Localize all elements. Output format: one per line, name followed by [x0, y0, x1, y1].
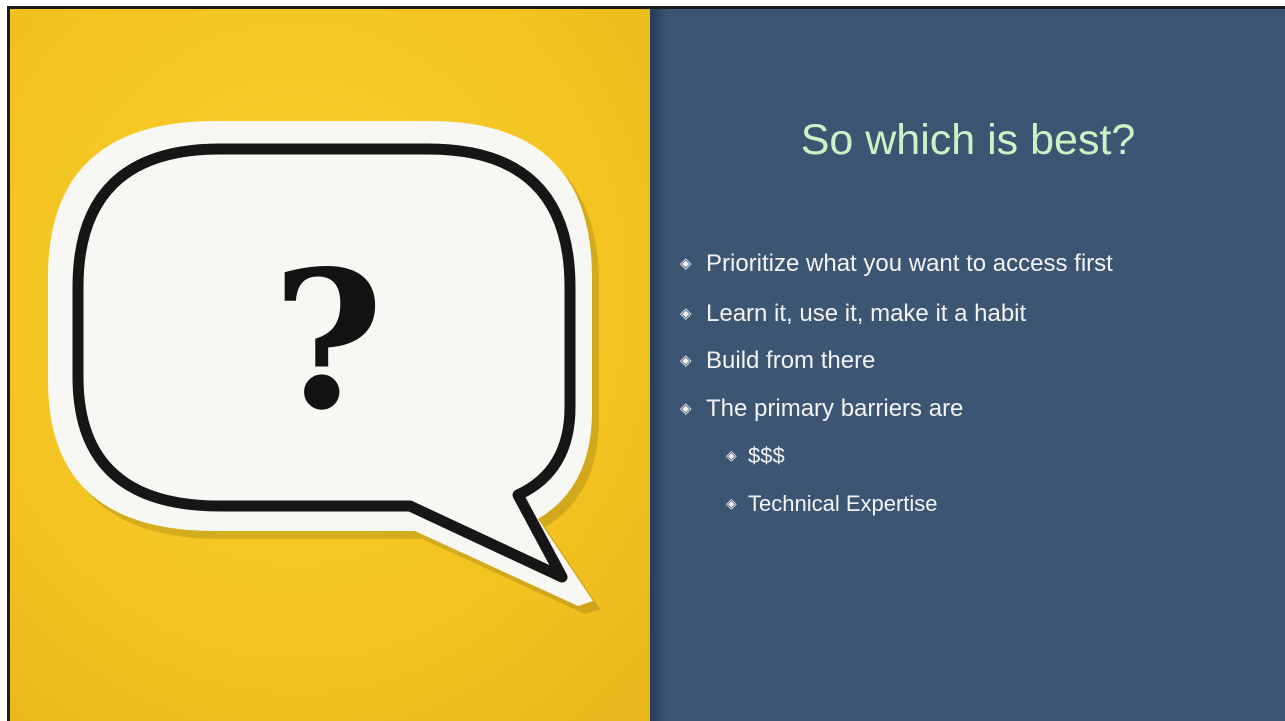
bullet-text: Learn it, use it, make it a habit	[706, 300, 1027, 327]
diamond-bullet-icon: ◈	[680, 255, 692, 272]
diamond-bullet-icon: ◈	[680, 352, 692, 369]
bullet-item: ◈ Prioritize what you want to access firs…	[680, 249, 1113, 279]
diamond-bullet-icon: ◈	[726, 495, 737, 511]
bullet-list: ◈ Prioritize what you want to access firs…	[650, 9, 1285, 721]
diamond-bullet-icon: ◈	[680, 305, 692, 322]
text-panel: So which is best? ◈ Prioritize what you w…	[650, 9, 1285, 721]
bullet-text: Build from there	[706, 347, 876, 374]
bullet-item: ◈ Learn it, use it, make it a habit	[680, 299, 1026, 329]
bullet-text: Technical Expertise	[748, 491, 938, 516]
sub-bullet-item: ◈ $$$	[726, 441, 785, 470]
sub-bullet-item: ◈ Technical Expertise	[726, 489, 938, 518]
bullet-item: ◈ Build from there	[680, 346, 875, 376]
diamond-bullet-icon: ◈	[680, 400, 692, 417]
question-mark-icon: ?	[272, 229, 383, 452]
diamond-bullet-icon: ◈	[726, 447, 737, 463]
bullet-text: Prioritize what you want to access first	[706, 250, 1113, 277]
speech-bubble-photo: ?	[10, 9, 650, 721]
photo-panel: ?	[10, 9, 650, 721]
presentation-slide: ? So which is best? ◈ Prioritize what you…	[0, 0, 1285, 721]
bullet-text: The primary barriers are	[706, 395, 964, 422]
bullet-item: ◈ The primary barriers are	[680, 394, 963, 424]
bullet-text: $$$	[748, 443, 785, 468]
